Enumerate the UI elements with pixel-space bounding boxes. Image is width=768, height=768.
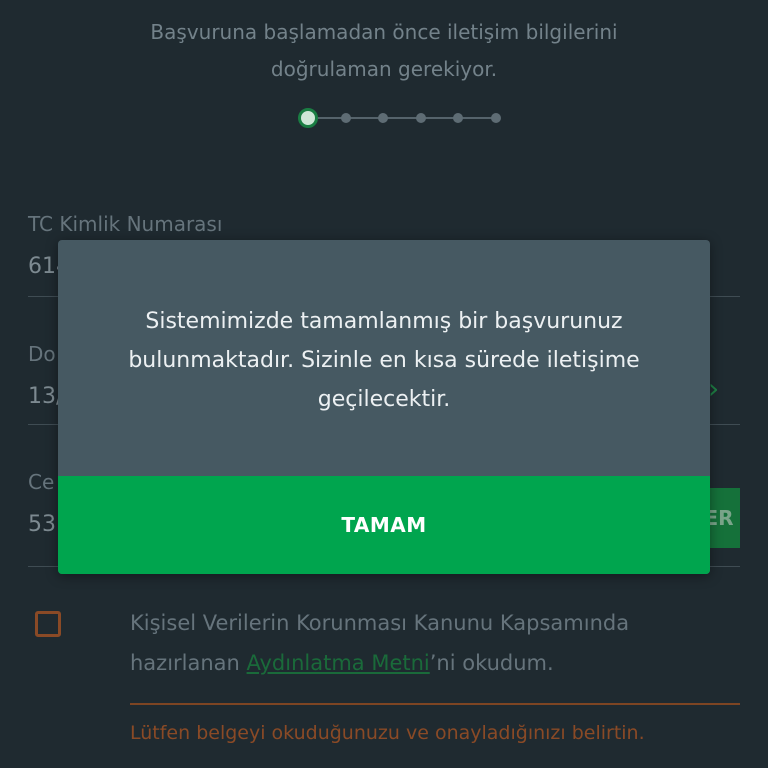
tc-label: TC Kimlik Numarası — [28, 212, 223, 236]
warning-divider — [130, 703, 740, 705]
verify-button[interactable]: ER — [704, 488, 740, 548]
phone-input[interactable]: 53 — [28, 512, 56, 537]
consent-text: Kişisel Verilerin Korunması Kanunu Kapsa… — [130, 603, 740, 683]
consent-checkbox[interactable] — [35, 611, 61, 637]
ok-button-label: TAMAM — [341, 513, 427, 537]
stepper-line — [309, 117, 492, 119]
dob-label: Do — [28, 342, 56, 366]
step-6 — [491, 113, 501, 123]
dialog-message: Sistemimizde tamamlanmış bir başvurunuz … — [128, 309, 640, 412]
step-3 — [378, 113, 388, 123]
intro-line-2: doğrulaman gerekiyor. — [270, 57, 498, 81]
info-dialog: Sistemimizde tamamlanmış bir başvurunuz … — [58, 240, 710, 574]
step-5 — [453, 113, 463, 123]
aydinlatma-metni-link[interactable]: Aydınlatma Metni — [247, 651, 430, 675]
consent-warning: Lütfen belgeyi okuduğunuzu ve onayladığı… — [130, 722, 645, 744]
intro-line-1: Başvuruna başlamadan önce iletişim bilgi… — [150, 20, 618, 44]
consent-text-after: ’ni okudum. — [429, 651, 554, 675]
step-4 — [416, 113, 426, 123]
intro-text: Başvuruna başlamadan önce iletişim bilgi… — [0, 14, 768, 88]
progress-stepper — [295, 106, 505, 130]
ok-button[interactable]: TAMAM — [58, 476, 710, 574]
step-1-active — [298, 108, 318, 128]
phone-label: Ce — [28, 470, 55, 494]
step-2 — [341, 113, 351, 123]
